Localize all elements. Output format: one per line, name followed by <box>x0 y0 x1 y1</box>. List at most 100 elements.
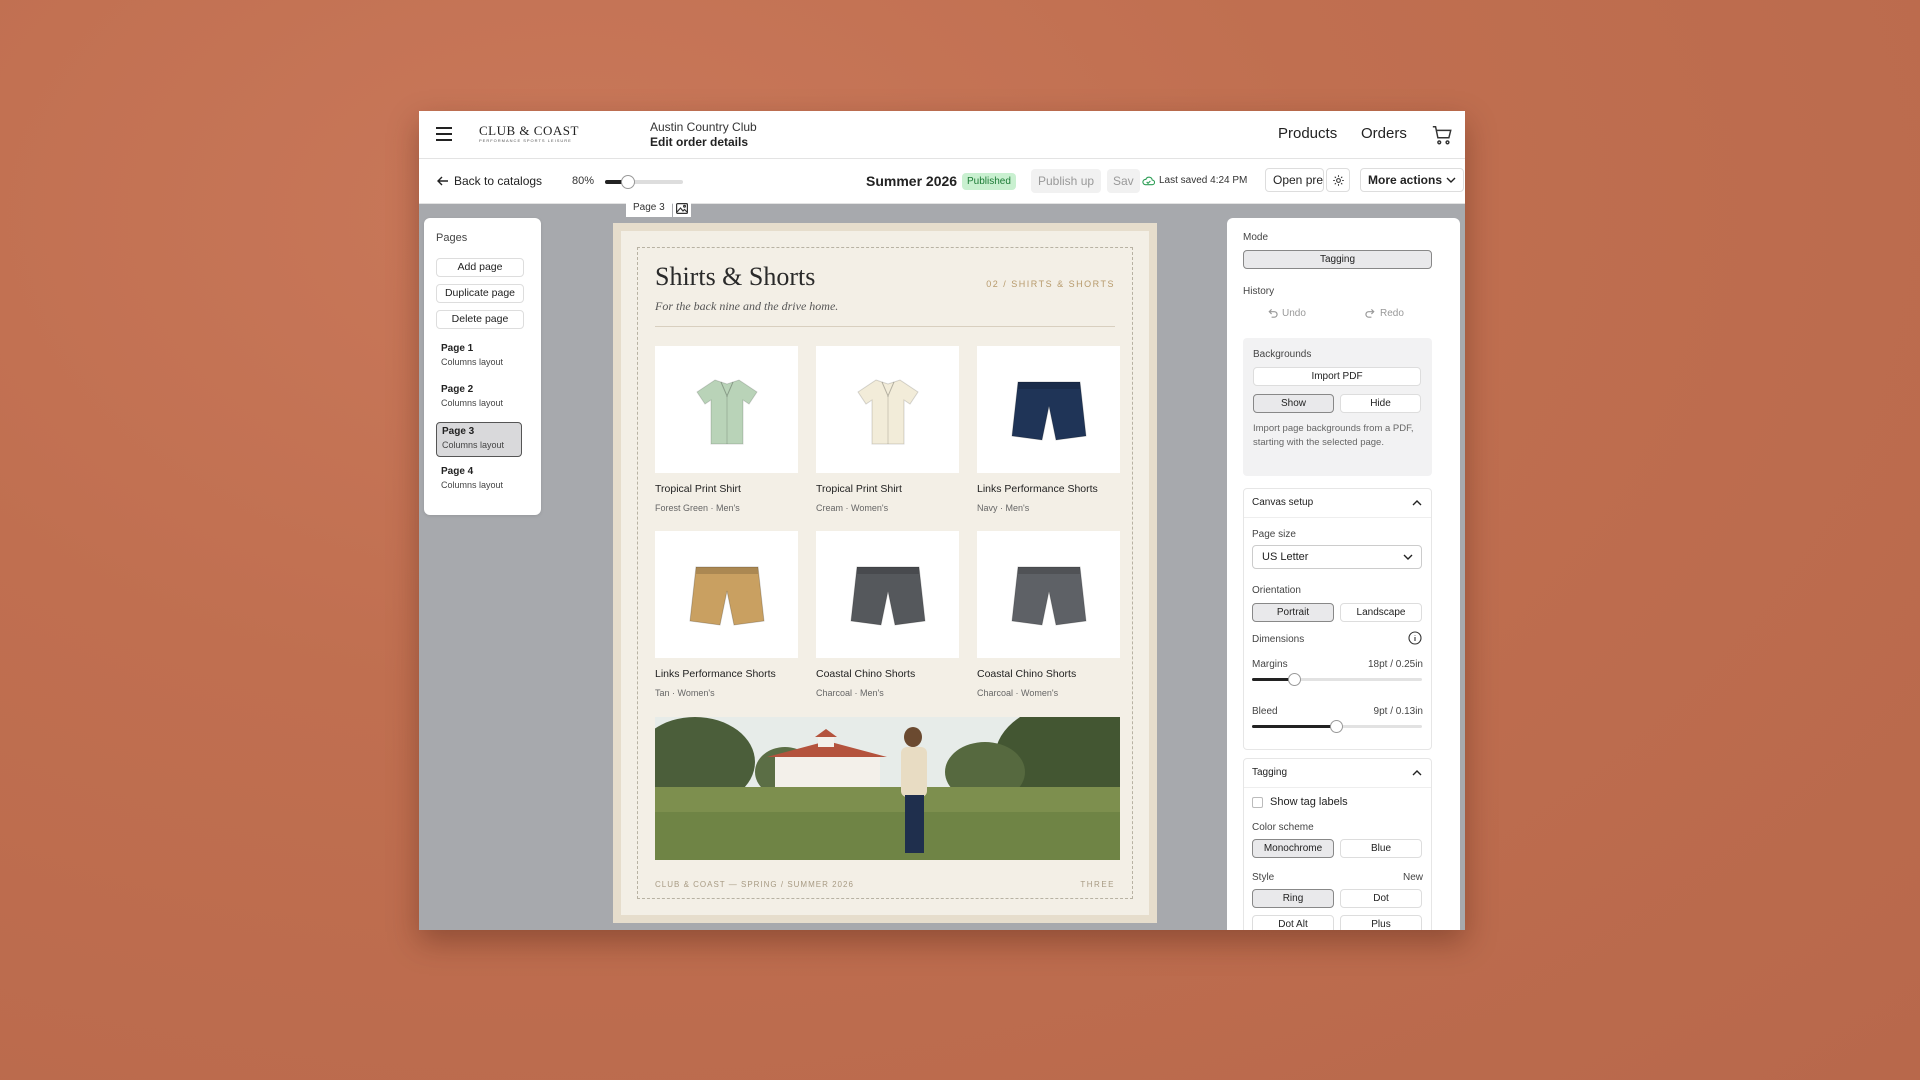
page-list-item[interactable]: Page 4 Columns layout <box>436 463 522 498</box>
top-nav: CLUB & COAST PERFORMANCE SPORTS LEISURE … <box>419 111 1465 159</box>
page-footer-right: THREE <box>1080 880 1115 889</box>
zoom-slider[interactable] <box>605 175 683 189</box>
ring-style-button[interactable]: Ring <box>1252 889 1334 908</box>
info-icon[interactable] <box>1408 631 1422 645</box>
show-backgrounds-button[interactable]: Show <box>1253 394 1334 413</box>
tagging-title[interactable]: Tagging <box>1252 767 1287 778</box>
show-tag-labels-label[interactable]: Show tag labels <box>1270 796 1348 808</box>
page-size-value: US Letter <box>1262 551 1309 563</box>
page-subheading[interactable]: For the back nine and the drive home. <box>655 299 838 314</box>
product-card[interactable]: Links Performance Shorts Tan · Women's <box>655 531 798 698</box>
dot-alt-style-button[interactable]: Dot Alt <box>1252 915 1334 930</box>
arrow-left-icon <box>437 176 448 186</box>
bleed-value: 9pt / 0.13in <box>1373 706 1423 717</box>
last-saved-text: Last saved 4:24 PM <box>1159 175 1248 186</box>
bleed-slider[interactable] <box>1252 720 1422 733</box>
undo-button[interactable]: Undo <box>1267 308 1306 319</box>
product-details: Tan · Women's <box>655 688 715 698</box>
save-button[interactable]: Sav <box>1107 169 1140 193</box>
monochrome-button[interactable]: Monochrome <box>1252 839 1334 858</box>
portrait-button[interactable]: Portrait <box>1252 603 1334 622</box>
page-heading[interactable]: Shirts & Shorts <box>655 262 815 292</box>
landscape-button[interactable]: Landscape <box>1340 603 1422 622</box>
page-layout: Columns layout <box>441 357 504 367</box>
product-details: Charcoal · Women's <box>977 688 1059 698</box>
tagging-section: Tagging Show tag labels Color scheme Mon… <box>1243 758 1432 930</box>
nav-products-link[interactable]: Products <box>1278 125 1337 142</box>
dot-style-button[interactable]: Dot <box>1340 889 1422 908</box>
section-label: 02 / SHIRTS & SHORTS <box>986 279 1115 289</box>
add-page-button[interactable]: Add page <box>436 258 524 277</box>
club-name: Austin Country Club <box>650 120 757 134</box>
plus-style-button[interactable]: Plus <box>1340 915 1422 930</box>
page-layout: Columns layout <box>441 480 504 490</box>
hide-backgrounds-button[interactable]: Hide <box>1340 394 1421 413</box>
show-tag-labels-checkbox[interactable] <box>1252 797 1263 808</box>
product-name: Links Performance Shorts <box>977 483 1098 495</box>
bleed-slider-thumb[interactable] <box>1330 720 1343 733</box>
page-footer-left: CLUB & COAST — SPRING / SUMMER 2026 <box>655 880 854 889</box>
import-pdf-button[interactable]: Import PDF <box>1253 367 1421 386</box>
product-card[interactable]: Coastal Chino Shorts Charcoal · Men's <box>816 531 959 698</box>
nav-orders-link[interactable]: Orders <box>1361 125 1407 142</box>
canvas-setup-section: Canvas setup Page size US Letter Orienta… <box>1243 488 1432 750</box>
margins-slider[interactable] <box>1252 673 1422 686</box>
product-card[interactable]: Links Performance Shorts Navy · Men's <box>977 346 1120 513</box>
mode-tagging-button[interactable]: Tagging <box>1243 250 1432 269</box>
canvas-setup-title[interactable]: Canvas setup <box>1252 497 1313 508</box>
app-window: CLUB & COAST PERFORMANCE SPORTS LEISURE … <box>419 111 1465 930</box>
product-name: Coastal Chino Shorts <box>816 668 916 680</box>
duplicate-page-button[interactable]: Duplicate page <box>436 284 524 303</box>
product-card[interactable]: Tropical Print Shirt Forest Green · Men's <box>655 346 798 513</box>
mode-label: Mode <box>1243 232 1269 243</box>
brand-logo[interactable]: CLUB & COAST <box>479 123 579 139</box>
product-card[interactable]: Tropical Print Shirt Cream · Women's <box>816 346 959 513</box>
settings-button[interactable] <box>1326 168 1350 192</box>
hero-photo[interactable] <box>655 717 1120 860</box>
zoom-slider-thumb[interactable] <box>621 175 635 189</box>
product-name: Tropical Print Shirt <box>655 483 741 495</box>
product-image[interactable] <box>977 346 1120 473</box>
product-image[interactable] <box>655 346 798 473</box>
backgrounds-card: Backgrounds Import PDF Show Hide Import … <box>1243 338 1432 476</box>
chevron-up-icon[interactable] <box>1411 497 1423 509</box>
orientation-label: Orientation <box>1252 585 1301 596</box>
undo-label: Undo <box>1282 308 1306 319</box>
page-tab[interactable]: Page 3 <box>626 199 672 217</box>
cloud-check-icon <box>1142 176 1155 185</box>
cart-icon[interactable] <box>1431 124 1453 146</box>
gear-icon <box>1332 174 1344 186</box>
open-preview-button[interactable]: Open pre <box>1265 168 1324 192</box>
backgrounds-title: Backgrounds <box>1253 349 1312 360</box>
redo-button[interactable]: Redo <box>1365 308 1404 319</box>
catalog-page-canvas[interactable]: Shirts & Shorts For the back nine and th… <box>613 223 1157 923</box>
product-details: Forest Green · Men's <box>655 503 740 513</box>
delete-page-button[interactable]: Delete page <box>436 310 524 329</box>
page-name: Page 3 <box>442 426 475 437</box>
image-tab[interactable] <box>673 199 691 217</box>
page-size-select[interactable]: US Letter <box>1252 545 1422 569</box>
page-title: Edit order details <box>650 135 749 149</box>
product-card[interactable]: Coastal Chino Shorts Charcoal · Women's <box>977 531 1120 698</box>
product-image[interactable] <box>655 531 798 658</box>
page-layout: Columns layout <box>441 398 504 408</box>
publish-updates-button[interactable]: Publish up <box>1031 169 1102 193</box>
chevron-up-icon[interactable] <box>1411 767 1423 779</box>
page-list-item[interactable]: Page 1 Columns layout <box>436 340 522 375</box>
back-label: Back to catalogs <box>454 174 543 188</box>
product-name: Tropical Print Shirt <box>816 483 902 495</box>
product-image[interactable] <box>977 531 1120 658</box>
margins-slider-thumb[interactable] <box>1288 673 1301 686</box>
blue-button[interactable]: Blue <box>1340 839 1422 858</box>
product-image[interactable] <box>816 531 959 658</box>
back-to-catalogs-link[interactable]: Back to catalogs <box>437 174 542 188</box>
last-saved-status: Last saved 4:24 PM <box>1142 175 1247 186</box>
product-image[interactable] <box>816 346 959 473</box>
product-details: Navy · Men's <box>977 503 1030 513</box>
page-size-label: Page size <box>1252 529 1296 540</box>
menu-icon[interactable] <box>436 127 452 141</box>
page-list-item[interactable]: Page 2 Columns layout <box>436 381 522 416</box>
pages-panel: Pages Add page Duplicate page Delete pag… <box>424 218 541 515</box>
more-actions-button[interactable]: More actions <box>1360 168 1465 192</box>
page-list-item-active[interactable]: Page 3 Columns layout <box>436 422 522 457</box>
